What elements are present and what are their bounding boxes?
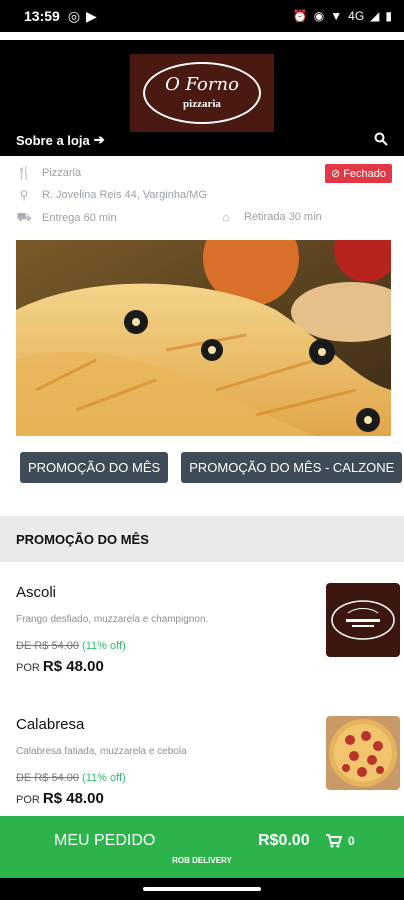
battery-icon: ▮ [385, 9, 392, 23]
info-pickup: ⌂ Retirada 30 min [218, 210, 322, 224]
info-address: ⚲ R. Jovelina Reis 44, Varginha/MG [16, 188, 207, 202]
map-pin-icon: ⚲ [19, 188, 29, 202]
network-type: 4G [348, 9, 365, 23]
product-description: Calabresa fatiada, muzzarela e cebola [16, 746, 187, 757]
old-price-value: DE R$ 54.00 [16, 772, 79, 784]
product-name: Calabresa [16, 716, 85, 733]
promo-tabs: PROMOÇÃO DO MÊS PROMOÇÃO DO MÊS - CALZON… [20, 452, 403, 483]
info-category: 🍴 Pizzaria [16, 166, 82, 180]
product-card-calabresa[interactable]: Calabresa Calabresa fatiada, muzzarela e… [0, 696, 404, 816]
utensils-icon: 🍴 [16, 166, 32, 180]
status-right-icons: ⏰ ◉ ▼ 4G ◢ ▮ [293, 9, 392, 23]
status-badge-text: Fechado [343, 167, 386, 180]
order-total: R$0.00 [258, 832, 310, 849]
status-bar: 13:59 ◎ ▶ ⏰ ◉ ▼ 4G ◢ ▮ [0, 0, 404, 32]
clock-icon: ⊘ [330, 168, 341, 180]
price-value: R$ 48.00 [42, 790, 104, 807]
product-old-price: DE R$ 54.00 (11% off) [16, 640, 126, 652]
status-left-icons: ◎ ▶ [68, 8, 97, 25]
footer-brand: ROB DELIVERY [172, 856, 232, 865]
delivery-text: Entrega 60 min [42, 212, 117, 224]
cart-count: 0 [348, 834, 355, 848]
logo-oval: O Forno pizzaria [143, 62, 261, 124]
store-logo: O Forno pizzaria [130, 54, 274, 132]
alarm-icon: ⏰ [292, 9, 308, 23]
promo-tab-calzone[interactable]: PROMOÇÃO DO MÊS - CALZONE [181, 452, 403, 483]
wifi-icon: ▼ [330, 9, 343, 23]
search-icon[interactable] [374, 132, 388, 149]
section-title: PROMOÇÃO DO MÊS [0, 516, 404, 562]
info-delivery: ⛟ Entrega 60 min [16, 210, 117, 226]
data-saver-icon: ◉ [313, 9, 325, 23]
about-store-link[interactable]: Sobre a loja ➔ [16, 132, 105, 148]
discount-tag: (11% off) [82, 640, 126, 652]
order-bar[interactable]: MEU PEDIDO R$0.00 0 ROB DELIVERY [0, 816, 404, 878]
price-prefix: POR [16, 662, 40, 674]
pickup-text: Retirada 30 min [244, 211, 322, 223]
product-card-ascoli[interactable]: Ascoli Frango desfiado, muzzarela e cham… [0, 562, 404, 696]
system-nav-bar [0, 878, 404, 900]
cart-icon [326, 834, 342, 848]
category-text: Pizzaria [42, 167, 82, 179]
top-divider [0, 32, 404, 40]
product-thumbnail [326, 716, 400, 790]
cart-indicator[interactable]: 0 [326, 834, 355, 848]
store-info: 🍴 Pizzaria ⚲ R. Jovelina Reis 44, Vargin… [0, 156, 404, 236]
product-price: POR R$ 48.00 [16, 790, 104, 807]
signal-icon: ◢ [370, 9, 380, 23]
logo-thumbnail-image [326, 583, 400, 657]
motorcycle-icon: ⛟ [16, 210, 32, 224]
status-time: 13:59 [24, 8, 60, 24]
price-value: R$ 48.00 [42, 658, 104, 675]
hero-image [16, 240, 391, 436]
product-name: Ascoli [16, 584, 57, 601]
logo-subtitle: pizzaria [183, 98, 221, 110]
product-description: Frango desfiado, muzzarela e champignon. [16, 614, 209, 625]
store-icon: ⌂ [222, 210, 230, 224]
pizza-hero-illustration [16, 240, 391, 436]
home-gesture-pill[interactable] [143, 887, 261, 891]
order-label: MEU PEDIDO [54, 832, 156, 849]
logo-name: O Forno [165, 74, 239, 95]
price-prefix: POR [16, 794, 40, 806]
calabresa-pizza-image [326, 716, 400, 790]
product-old-price: DE R$ 54.00 (11% off) [16, 772, 126, 784]
about-store-label: Sobre a loja [16, 132, 90, 148]
arrow-right-icon: ➔ [93, 132, 105, 147]
product-thumbnail [326, 583, 400, 657]
product-price: POR R$ 48.00 [16, 658, 104, 675]
discount-tag: (11% off) [82, 772, 126, 784]
address-text: R. Jovelina Reis 44, Varginha/MG [42, 189, 207, 201]
youtube-icon: ▶ [86, 7, 97, 24]
promo-tab-month[interactable]: PROMOÇÃO DO MÊS [20, 452, 169, 483]
status-badge: ⊘ Fechado [324, 164, 392, 183]
old-price-value: DE R$ 54.00 [16, 640, 79, 652]
store-header: O Forno pizzaria Sobre a loja ➔ [0, 40, 404, 156]
notification-icon: ◎ [67, 7, 81, 24]
